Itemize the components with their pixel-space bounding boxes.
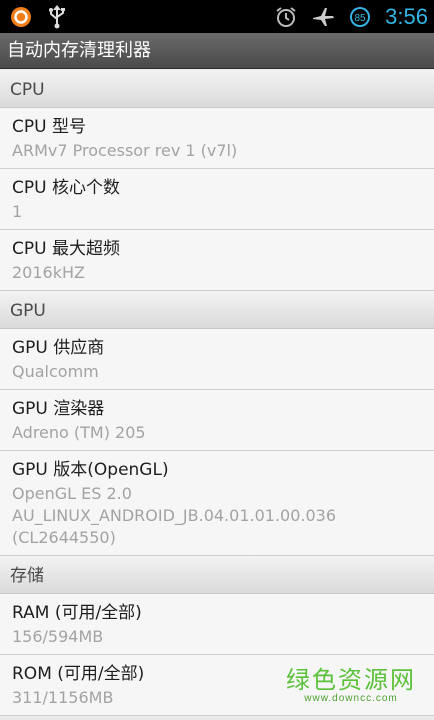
item-value: 2016kHZ [12, 263, 85, 282]
list-item-cpu-cores[interactable]: CPU 核心个数 1 [0, 169, 434, 230]
watermark: 绿色资源网 www.downcc.com [286, 668, 416, 704]
section-header-gpu: GPU [0, 291, 434, 329]
item-title: CPU 核心个数 [12, 178, 120, 198]
item-title: CPU 最大超频 [12, 239, 120, 259]
watermark-text: 绿色资源网 [286, 666, 416, 694]
battery-level: 85 [355, 13, 367, 24]
item-title: GPU 版本(OpenGL) [12, 460, 169, 480]
usb-icon [48, 4, 66, 29]
status-bar: 85 3:56 [0, 0, 434, 33]
item-value: ARMv7 Processor rev 1 (v7l) [12, 141, 238, 160]
item-title: RAM (可用/全部) [12, 603, 142, 623]
list-item-cpu-max-freq[interactable]: CPU 最大超频 2016kHZ [0, 230, 434, 291]
list-item-ram[interactable]: RAM (可用/全部) 156/594MB [0, 594, 434, 655]
info-list[interactable]: CPU CPU 型号 ARMv7 Processor rev 1 (v7l) C… [0, 70, 434, 720]
item-title: CPU 型号 [12, 117, 86, 137]
item-value: Qualcomm [12, 362, 99, 381]
item-value: OpenGL ES 2.0 AU_LINUX_ANDROID_JB.04.01.… [12, 484, 337, 547]
section-header-storage: 存储 [0, 556, 434, 594]
item-value: 1 [12, 202, 23, 221]
alarm-icon [275, 6, 297, 28]
app-notification-icon [10, 6, 32, 28]
item-title: GPU 渲染器 [12, 399, 105, 419]
list-item-cpu-model[interactable]: CPU 型号 ARMv7 Processor rev 1 (v7l) [0, 108, 434, 169]
list-item-gpu-renderer[interactable]: GPU 渲染器 Adreno (TM) 205 [0, 390, 434, 451]
section-header-cpu: CPU [0, 70, 434, 108]
battery-icon: 85 [349, 6, 371, 28]
list-item-gpu-vendor[interactable]: GPU 供应商 Qualcomm [0, 329, 434, 390]
item-title: GPU 供应商 [12, 338, 105, 358]
item-value: 156/594MB [12, 627, 104, 646]
airplane-mode-icon [311, 6, 335, 28]
watermark-url: www.downcc.com [304, 693, 398, 704]
status-time: 3:56 [385, 3, 428, 29]
app-title: 自动内存清理利器 [0, 33, 434, 69]
list-item-gpu-version[interactable]: GPU 版本(OpenGL) OpenGL ES 2.0 AU_LINUX_AN… [0, 451, 434, 556]
item-value: Adreno (TM) 205 [12, 423, 146, 442]
